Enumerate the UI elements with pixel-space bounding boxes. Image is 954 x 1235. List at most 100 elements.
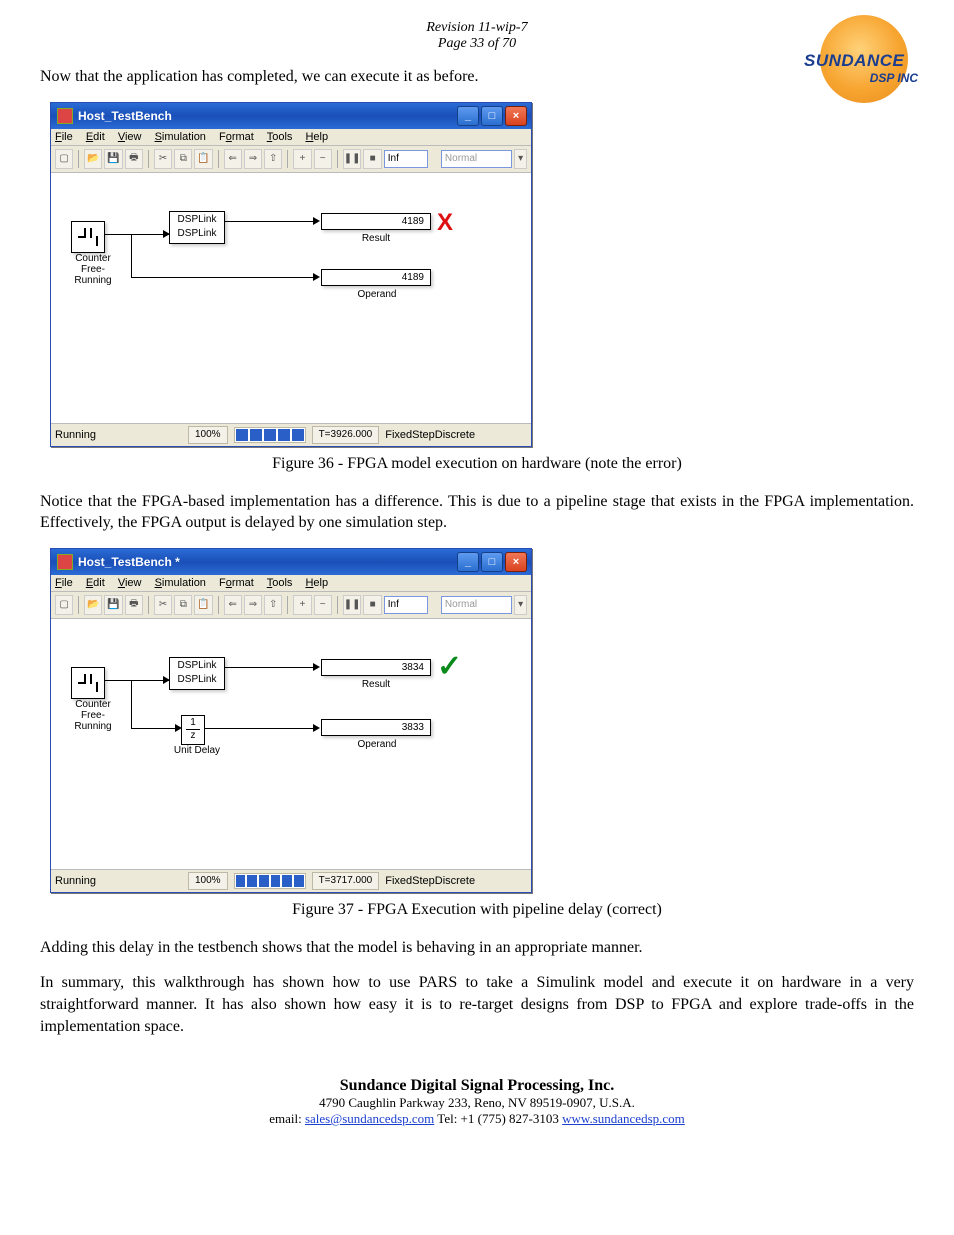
simulink-window-36: Host_TestBench _ □ × FFileile Edit View …	[50, 102, 532, 447]
titlebar[interactable]: Host_TestBench * _ □ ×	[51, 549, 531, 575]
menubar: File Edit View Simulation Format Tools H…	[51, 575, 531, 592]
figure-37-caption: Figure 37 - FPGA Execution with pipeline…	[40, 901, 914, 919]
stop-icon[interactable]: ■	[363, 149, 381, 169]
back-icon[interactable]: ⇐	[224, 149, 242, 169]
status-running: Running	[55, 875, 96, 887]
model-canvas[interactable]: CounterFree-Running DSPLink DSPLink 4189…	[51, 173, 531, 424]
zoom-in-icon[interactable]: +	[293, 595, 311, 615]
menu-help[interactable]: Help	[305, 131, 328, 143]
mode-dropdown-arrow[interactable]: ▾	[514, 149, 527, 169]
footer-url-link[interactable]: www.sundancedsp.com	[562, 1111, 685, 1126]
menu-file[interactable]: FFileile	[55, 131, 73, 143]
counter-block[interactable]	[71, 221, 105, 253]
menu-tools[interactable]: Tools	[267, 577, 293, 589]
toolbar: ▢ 📂 💾 🖶 ✂ ⧉ 📋 ⇐ ⇒ ⇧ + − ❚❚ ■ Inf Normal …	[51, 146, 531, 173]
operand-display[interactable]: 3833	[321, 719, 431, 736]
unit-delay-label: Unit Delay	[169, 745, 225, 756]
open-icon[interactable]: 📂	[84, 595, 102, 615]
save-icon[interactable]: 💾	[104, 595, 122, 615]
stop-time-field[interactable]: Inf	[384, 596, 428, 614]
zoom-out-icon[interactable]: −	[314, 595, 332, 615]
titlebar[interactable]: Host_TestBench _ □ ×	[51, 103, 531, 129]
minimize-button[interactable]: _	[457, 552, 479, 572]
zoom-out-icon[interactable]: −	[314, 149, 332, 169]
status-solver: FixedStepDiscrete	[385, 429, 475, 441]
cut-icon[interactable]: ✂	[154, 149, 172, 169]
dsplink-block[interactable]: DSPLink DSPLink	[169, 211, 225, 244]
new-icon[interactable]: ▢	[55, 149, 73, 169]
minimize-button[interactable]: _	[457, 106, 479, 126]
footer-email-link[interactable]: sales@sundancedsp.com	[305, 1111, 434, 1126]
model-canvas[interactable]: CounterFree-Running DSPLink DSPLink 1 z …	[51, 619, 531, 870]
paragraph-2: Notice that the FPGA-based implementatio…	[40, 491, 914, 534]
mode-dropdown-arrow[interactable]: ▾	[514, 595, 527, 615]
result-label: Result	[351, 233, 401, 244]
pulse-icon	[78, 226, 98, 240]
fwd-icon[interactable]: ⇒	[244, 595, 262, 615]
close-button[interactable]: ×	[505, 106, 527, 126]
menu-help[interactable]: Help	[305, 577, 328, 589]
menu-file[interactable]: File	[55, 577, 73, 589]
progress-bar	[234, 873, 306, 889]
unit-delay-block[interactable]: 1 z	[181, 715, 205, 745]
counter-label: CounterFree-Running	[63, 699, 123, 732]
menu-simulation[interactable]: Simulation	[155, 131, 206, 143]
menu-simulation[interactable]: Simulation	[155, 577, 206, 589]
revision-line: Revision 11-wip-7	[40, 20, 914, 36]
menu-view[interactable]: View	[118, 577, 142, 589]
back-icon[interactable]: ⇐	[224, 595, 242, 615]
pause-icon[interactable]: ❚❚	[343, 149, 362, 169]
app-icon	[57, 554, 73, 570]
maximize-button[interactable]: □	[481, 552, 503, 572]
copy-icon[interactable]: ⧉	[174, 595, 192, 615]
page-footer: Sundance Digital Signal Processing, Inc.…	[40, 1077, 914, 1127]
figure-36-caption: Figure 36 - FPGA model execution on hard…	[40, 455, 914, 473]
pause-icon[interactable]: ❚❚	[343, 595, 362, 615]
paragraph-3: Adding this delay in the testbench shows…	[40, 937, 914, 959]
menubar: FFileile Edit View Simulation Format Too…	[51, 129, 531, 146]
footer-address: 4790 Caughlin Parkway 233, Reno, NV 8951…	[40, 1095, 914, 1111]
pulse-icon	[78, 672, 98, 686]
footer-contact: email: sales@sundancedsp.com Tel: +1 (77…	[40, 1111, 914, 1127]
result-label: Result	[351, 679, 401, 690]
status-time: T=3717.000	[312, 872, 380, 890]
new-icon[interactable]: ▢	[55, 595, 73, 615]
paragraph-4: In summary, this walkthrough has shown h…	[40, 972, 914, 1037]
app-icon	[57, 108, 73, 124]
result-display[interactable]: 3834	[321, 659, 431, 676]
menu-format[interactable]: Format	[219, 131, 254, 143]
mode-dropdown[interactable]: Normal	[441, 596, 512, 614]
print-icon[interactable]: 🖶	[125, 149, 143, 169]
menu-view[interactable]: View	[118, 131, 142, 143]
counter-block[interactable]	[71, 667, 105, 699]
menu-edit[interactable]: Edit	[86, 577, 105, 589]
dsplink-block[interactable]: DSPLink DSPLink	[169, 657, 225, 690]
open-icon[interactable]: 📂	[84, 149, 102, 169]
menu-edit[interactable]: Edit	[86, 131, 105, 143]
save-icon[interactable]: 💾	[104, 149, 122, 169]
fwd-icon[interactable]: ⇒	[244, 149, 262, 169]
maximize-button[interactable]: □	[481, 106, 503, 126]
footer-company: Sundance Digital Signal Processing, Inc.	[40, 1077, 914, 1095]
cut-icon[interactable]: ✂	[154, 595, 172, 615]
menu-tools[interactable]: Tools	[267, 131, 293, 143]
check-mark-icon: ✓	[437, 649, 462, 684]
mode-dropdown[interactable]: Normal	[441, 150, 512, 168]
figure-37: Host_TestBench * _ □ × File Edit View Si…	[50, 548, 914, 893]
stop-icon[interactable]: ■	[363, 595, 381, 615]
window-title: Host_TestBench *	[78, 555, 180, 569]
stop-time-field[interactable]: Inf	[384, 150, 428, 168]
paste-icon[interactable]: 📋	[194, 595, 212, 615]
error-mark-icon: X	[437, 209, 453, 237]
close-button[interactable]: ×	[505, 552, 527, 572]
zoom-in-icon[interactable]: +	[293, 149, 311, 169]
paste-icon[interactable]: 📋	[194, 149, 212, 169]
copy-icon[interactable]: ⧉	[174, 149, 192, 169]
menu-format[interactable]: Format	[219, 577, 254, 589]
print-icon[interactable]: 🖶	[125, 595, 143, 615]
up-icon[interactable]: ⇧	[264, 595, 282, 615]
status-pct: 100%	[188, 426, 228, 444]
result-display[interactable]: 4189	[321, 213, 431, 230]
operand-display[interactable]: 4189	[321, 269, 431, 286]
up-icon[interactable]: ⇧	[264, 149, 282, 169]
